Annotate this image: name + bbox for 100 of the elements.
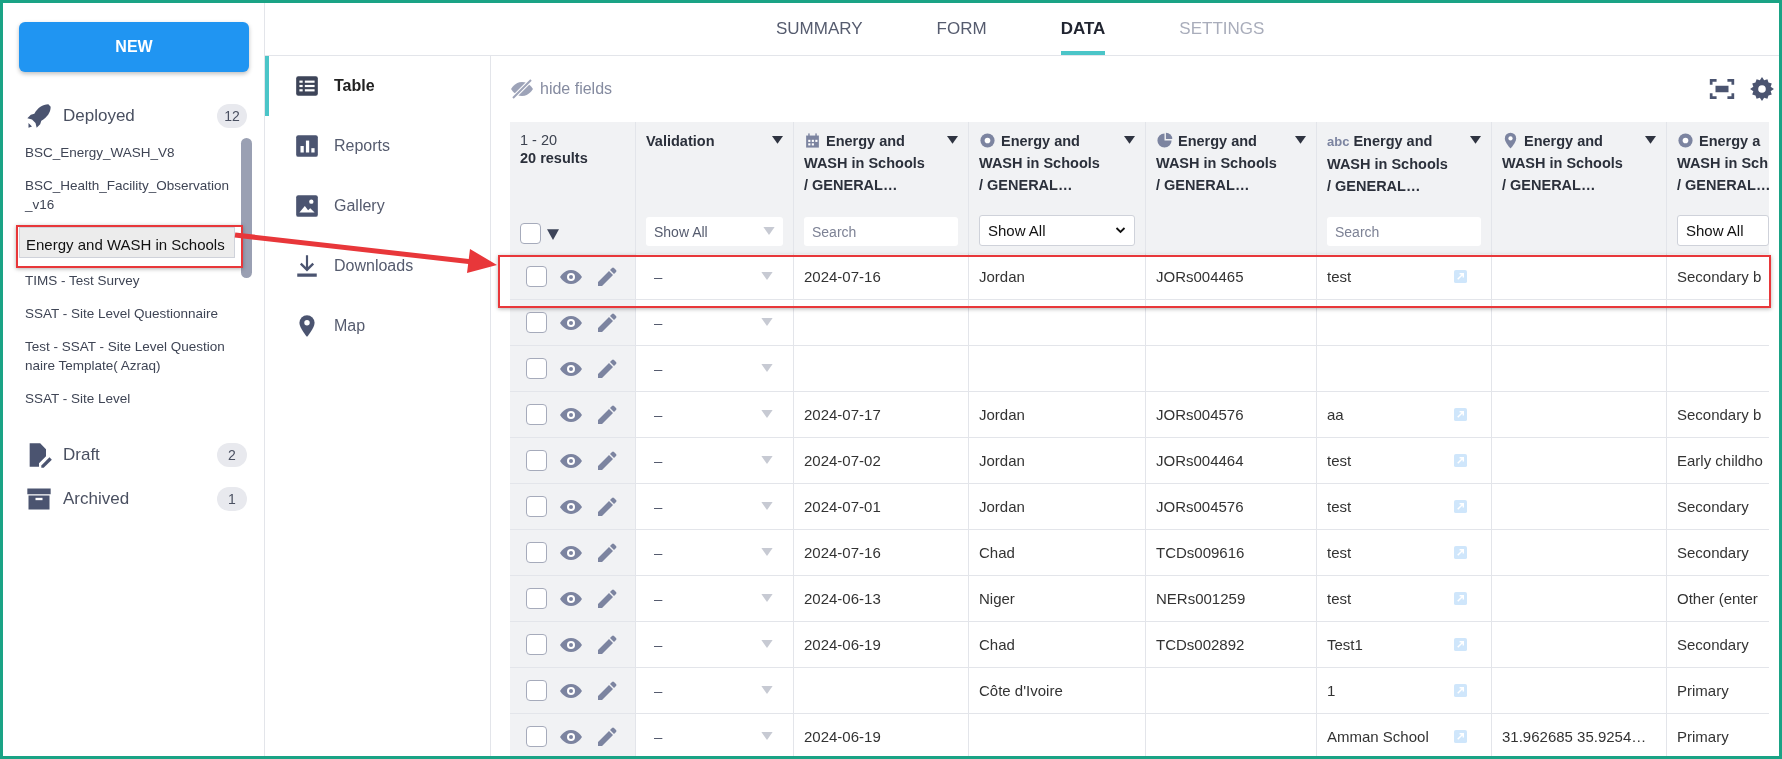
row-checkbox[interactable] — [526, 404, 547, 425]
validation-status[interactable]: – — [654, 314, 663, 331]
table-cell-text: Jordan — [979, 498, 1026, 515]
validation-status[interactable]: – — [654, 498, 663, 515]
tab[interactable]: FORM — [936, 3, 987, 55]
calendar-icon — [804, 132, 821, 149]
open-link-icon[interactable] — [1454, 638, 1467, 651]
settings-icon[interactable] — [1749, 76, 1775, 102]
project-item[interactable]: BSC_Health_Facility_Observation_v16 — [19, 169, 235, 221]
section-label[interactable]: Draft — [63, 445, 217, 465]
tab[interactable]: DATA — [1060, 3, 1106, 55]
section-label[interactable]: Archived — [63, 489, 217, 509]
result-count: 20 results — [520, 150, 589, 166]
open-link-icon[interactable] — [1454, 408, 1467, 421]
table-cell-text: NERs001259 — [1156, 590, 1247, 607]
caret-icon[interactable] — [947, 136, 958, 145]
project-item[interactable]: TIMS - Test Survey — [19, 264, 235, 297]
subnav-item[interactable]: Reports — [265, 116, 490, 176]
project-item[interactable]: Energy and WASH in Schools — [19, 227, 235, 258]
caret-icon[interactable] — [1295, 136, 1306, 145]
validation-status[interactable]: – — [654, 452, 663, 469]
validation-status[interactable]: – — [654, 268, 663, 285]
filter-select[interactable]: Show All — [1677, 215, 1769, 246]
project-item[interactable]: BSC_Energy_WASH_V8 — [19, 136, 235, 169]
project-item[interactable]: Test - SSAT - Site Level Questionnaire Template( Azraq) — [19, 330, 235, 382]
table-cell-text: Jordan — [979, 452, 1026, 469]
table-cell-text: JORs004576 — [1156, 406, 1245, 423]
column-header[interactable]: Energy a WASH in Sch / GENERAL… — [1677, 130, 1769, 196]
caret-icon[interactable] — [772, 136, 783, 145]
caret-icon[interactable] — [1645, 136, 1656, 145]
caret-icon[interactable] — [547, 227, 559, 240]
column-header[interactable]: Energy and WASH in Schools / GENERAL… — [804, 130, 925, 196]
row-checkbox[interactable] — [526, 726, 547, 747]
validation-status[interactable]: – — [654, 360, 663, 377]
row-checkbox[interactable] — [526, 496, 547, 517]
table-icon — [294, 73, 320, 99]
validation-status[interactable]: – — [654, 636, 663, 653]
table-cell-text: Côte d'Ivoire — [979, 682, 1064, 699]
section-label[interactable]: Deployed — [63, 106, 217, 126]
table-cell-text: 2024-07-01 — [804, 498, 882, 515]
table-cell-text: test — [1327, 268, 1353, 285]
row-checkbox[interactable] — [526, 450, 547, 471]
search-field[interactable]: Search — [804, 217, 958, 246]
column-header[interactable]: Validation — [646, 130, 715, 152]
table-cell-text: Secondary — [1677, 544, 1750, 561]
subnav-item[interactable]: Map — [265, 296, 490, 356]
count-badge: 2 — [217, 443, 247, 467]
rocket-icon — [25, 102, 53, 130]
filter-select[interactable]: Show All — [979, 215, 1135, 246]
open-link-icon[interactable] — [1454, 270, 1467, 283]
row-checkbox[interactable] — [526, 312, 547, 333]
open-link-icon[interactable] — [1454, 546, 1467, 559]
row-checkbox[interactable] — [526, 266, 547, 287]
column-header[interactable]: abc Energy and WASH in Schools / GENERAL… — [1327, 130, 1448, 197]
validation-status[interactable]: – — [654, 682, 663, 699]
table-cell-text: test — [1327, 590, 1353, 607]
column-header[interactable]: Energy and WASH in Schools / GENERAL… — [1502, 130, 1623, 196]
tab[interactable]: SUMMARY — [776, 3, 863, 55]
subnav-item[interactable]: Table — [265, 56, 490, 116]
validation-status[interactable]: – — [654, 728, 663, 745]
row-checkbox[interactable] — [526, 358, 547, 379]
table-cell-text: Chad — [979, 544, 1016, 561]
scrollbar[interactable] — [241, 138, 252, 278]
table-cell-text: JORs004465 — [1156, 268, 1245, 285]
row-checkbox[interactable] — [526, 634, 547, 655]
select-all-checkbox[interactable] — [520, 223, 541, 244]
subnav-item[interactable]: Downloads — [265, 236, 490, 296]
open-link-icon[interactable] — [1454, 730, 1467, 743]
row-checkbox[interactable] — [526, 542, 547, 563]
table-cell-text: Chad — [979, 636, 1016, 653]
fullscreen-icon[interactable] — [1709, 76, 1735, 102]
subnav-item[interactable]: Gallery — [265, 176, 490, 236]
table-cell-text: 1 — [1327, 682, 1337, 699]
hide-fields-button[interactable]: hide fields — [510, 77, 613, 101]
project-item[interactable]: SSAT - Site Level Questionnaire — [19, 297, 235, 330]
row-checkbox[interactable] — [526, 588, 547, 609]
open-link-icon[interactable] — [1454, 684, 1467, 697]
filter-dropdown[interactable]: Show All — [646, 217, 783, 246]
open-link-icon[interactable] — [1454, 454, 1467, 467]
search-field[interactable]: Search — [1327, 217, 1481, 246]
chevron-down-icon — [1115, 226, 1126, 235]
column-header[interactable]: Energy and WASH in Schools / GENERAL… — [979, 130, 1100, 196]
caret-icon[interactable] — [1470, 136, 1481, 145]
open-link-icon[interactable] — [1454, 500, 1467, 513]
table-cell-text: Test1 — [1327, 636, 1364, 653]
open-link-icon[interactable] — [1454, 592, 1467, 605]
caret-icon[interactable] — [1124, 136, 1135, 145]
count-badge: 1 — [217, 487, 247, 511]
radio-icon — [979, 132, 996, 149]
table-cell-text: 2024-06-19 — [804, 636, 882, 653]
row-checkbox[interactable] — [526, 680, 547, 701]
validation-status[interactable]: – — [654, 590, 663, 607]
project-item[interactable]: SSAT - Site Level — [19, 382, 235, 415]
table-cell-text: aa — [1327, 406, 1345, 423]
column-header[interactable]: Energy and WASH in Schools / GENERAL… — [1156, 130, 1277, 196]
table-cell-text: 2024-07-16 — [804, 268, 882, 285]
validation-status[interactable]: – — [654, 544, 663, 561]
result-range: 1 - 20 — [520, 132, 559, 148]
validation-status[interactable]: – — [654, 406, 663, 423]
table-cell-text: 2024-07-02 — [804, 452, 882, 469]
